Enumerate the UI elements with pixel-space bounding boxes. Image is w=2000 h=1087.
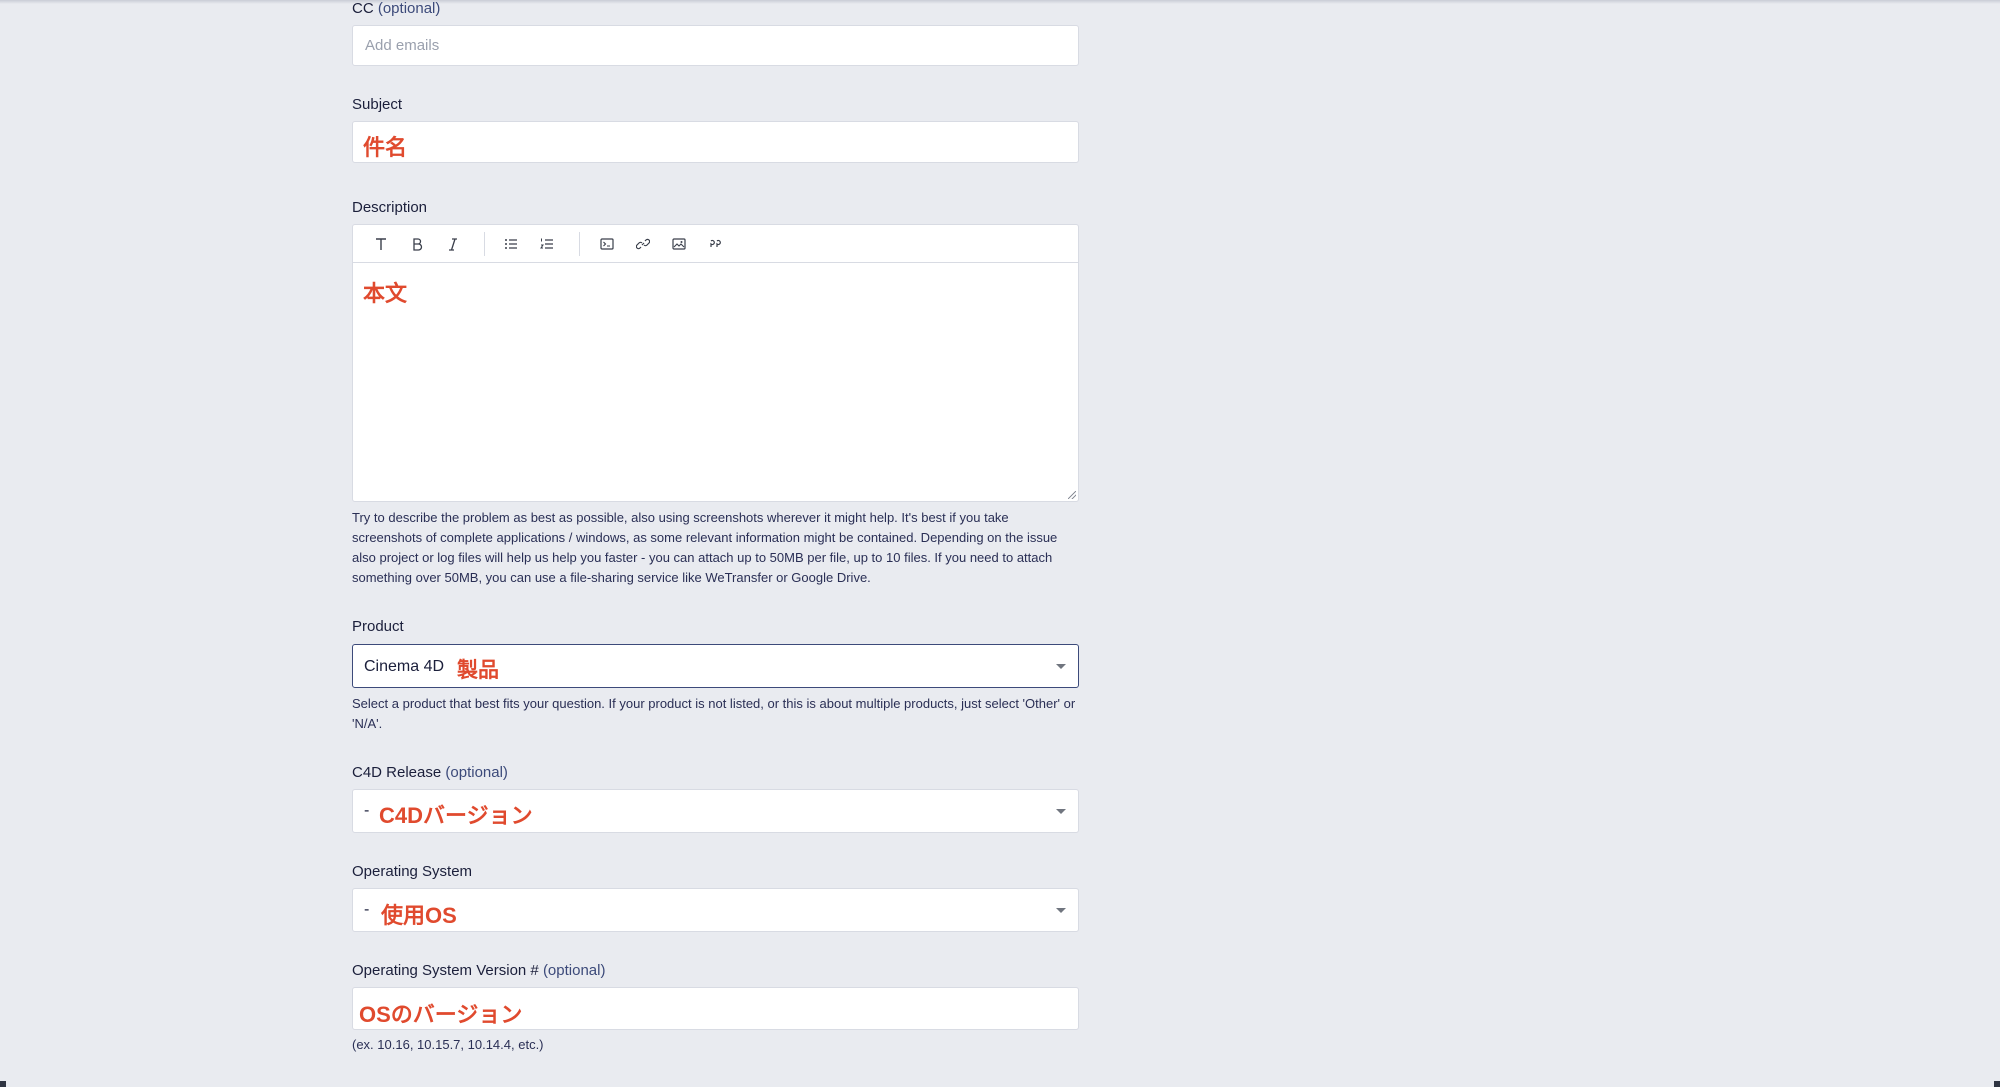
toolbar-divider [579,232,580,256]
product-select[interactable]: Cinema 4D 製品 [352,644,1079,688]
subject-input[interactable]: 件名 [352,121,1079,163]
c4d-release-label-text: C4D Release [352,764,442,781]
description-label: Description [352,199,428,216]
image-icon[interactable] [668,234,690,254]
window-corner [1994,1081,2000,1087]
os-version-help-text: (ex. 10.16, 10.15.7, 10.14.4, etc.) [352,1037,544,1052]
os-version-label: Operating System Version # (optional) [352,962,605,979]
chevron-down-icon [1056,664,1066,669]
c4d-release-optional-tag: (optional) [445,764,508,781]
quote-icon[interactable] [704,234,726,254]
subject-value: 件名 [363,135,408,160]
italic-icon[interactable] [442,234,464,254]
os-version-label-text: Operating System Version # [352,962,539,979]
description-editor[interactable]: 本文 [352,224,1079,502]
product-annotation: 製品 [457,659,499,682]
description-help-text: Try to describe the problem as best as p… [352,510,1058,585]
c4d-release-select[interactable]: - C4Dバージョン [352,789,1079,833]
cc-optional-tag: (optional) [377,0,441,17]
cc-label: CC (optional) [352,0,440,17]
os-select[interactable]: - 使用OS [352,888,1079,932]
c4d-release-label: C4D Release (optional) [352,764,508,781]
cc-label-text: CC [352,0,374,17]
resize-handle[interactable] [1068,491,1076,499]
os-label: Operating System [352,863,473,880]
chevron-down-icon [1056,809,1066,814]
top-shadow [0,0,2000,4]
bulleted-list-icon[interactable] [500,234,522,254]
toolbar-divider [484,232,485,256]
os-version-input[interactable]: OSのバージョン [352,987,1079,1030]
code-block-icon[interactable] [596,234,618,254]
text-icon[interactable] [370,234,392,254]
cc-placeholder: Add emails [365,37,440,54]
product-help-text: Select a product that best fits your que… [352,696,1076,731]
os-selected-value: - [364,901,370,918]
product-label: Product [352,618,404,635]
os-annotation: 使用OS [381,903,457,928]
cc-input[interactable]: Add emails [352,25,1079,66]
c4d-release-selected-value: - [364,802,370,819]
link-icon[interactable] [632,234,654,254]
subject-label: Subject [352,96,403,113]
numbered-list-icon[interactable] [536,234,558,254]
description-value: 本文 [363,281,408,306]
window-corner [0,1081,6,1087]
c4d-release-annotation: C4Dバージョン [379,803,533,828]
os-version-optional-tag: (optional) [542,962,606,979]
os-version-value: OSのバージョン [359,1002,523,1027]
chevron-down-icon [1056,908,1066,913]
bold-icon[interactable] [406,234,428,254]
product-selected-value: Cinema 4D [364,658,445,675]
editor-toolbar [353,225,1078,263]
